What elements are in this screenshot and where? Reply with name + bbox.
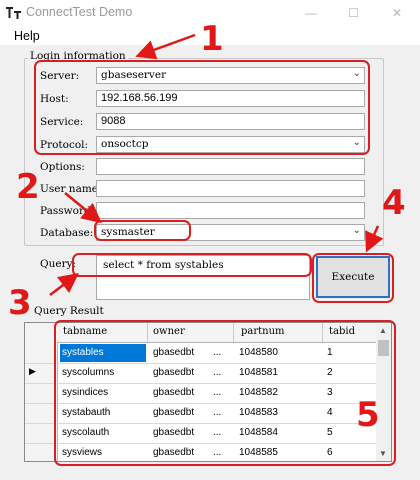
password-label: Password:: [40, 205, 95, 217]
username-input[interactable]: [96, 180, 365, 197]
query-result-label: Query Result: [34, 305, 104, 317]
app-icon: [6, 7, 21, 19]
annotation-highlight-result: [54, 320, 396, 466]
annotation-highlight-database: [94, 220, 191, 241]
app-window: ConnectTest Demo — ☐ ✕ Help Login inform…: [0, 0, 420, 480]
annotation-number-2: 2: [16, 167, 40, 207]
query-label: Query:: [40, 258, 77, 270]
window-title: ConnectTest Demo: [26, 5, 133, 19]
close-icon[interactable]: ✕: [392, 6, 402, 20]
annotation-number-1: 1: [200, 19, 224, 59]
password-input[interactable]: [96, 202, 365, 219]
chevron-down-icon[interactable]: ⌄: [353, 225, 361, 236]
annotation-highlight-login: [34, 60, 370, 155]
current-row-icon: ▶: [29, 366, 36, 376]
options-label: Options:: [40, 161, 85, 173]
options-input[interactable]: [96, 158, 365, 175]
annotation-highlight-query: [72, 253, 312, 277]
maximize-icon[interactable]: ☐: [348, 6, 359, 20]
database-label: Database:: [40, 227, 94, 239]
annotation-number-4: 4: [382, 183, 406, 223]
annotation-highlight-execute: [312, 253, 394, 303]
annotation-number-3: 3: [8, 283, 32, 323]
arrow-3-icon: [49, 272, 79, 296]
menu-help[interactable]: Help: [14, 29, 40, 43]
annotation-number-5: 5: [356, 395, 380, 435]
minimize-icon[interactable]: —: [305, 6, 317, 20]
username-label: User name:: [40, 183, 102, 195]
